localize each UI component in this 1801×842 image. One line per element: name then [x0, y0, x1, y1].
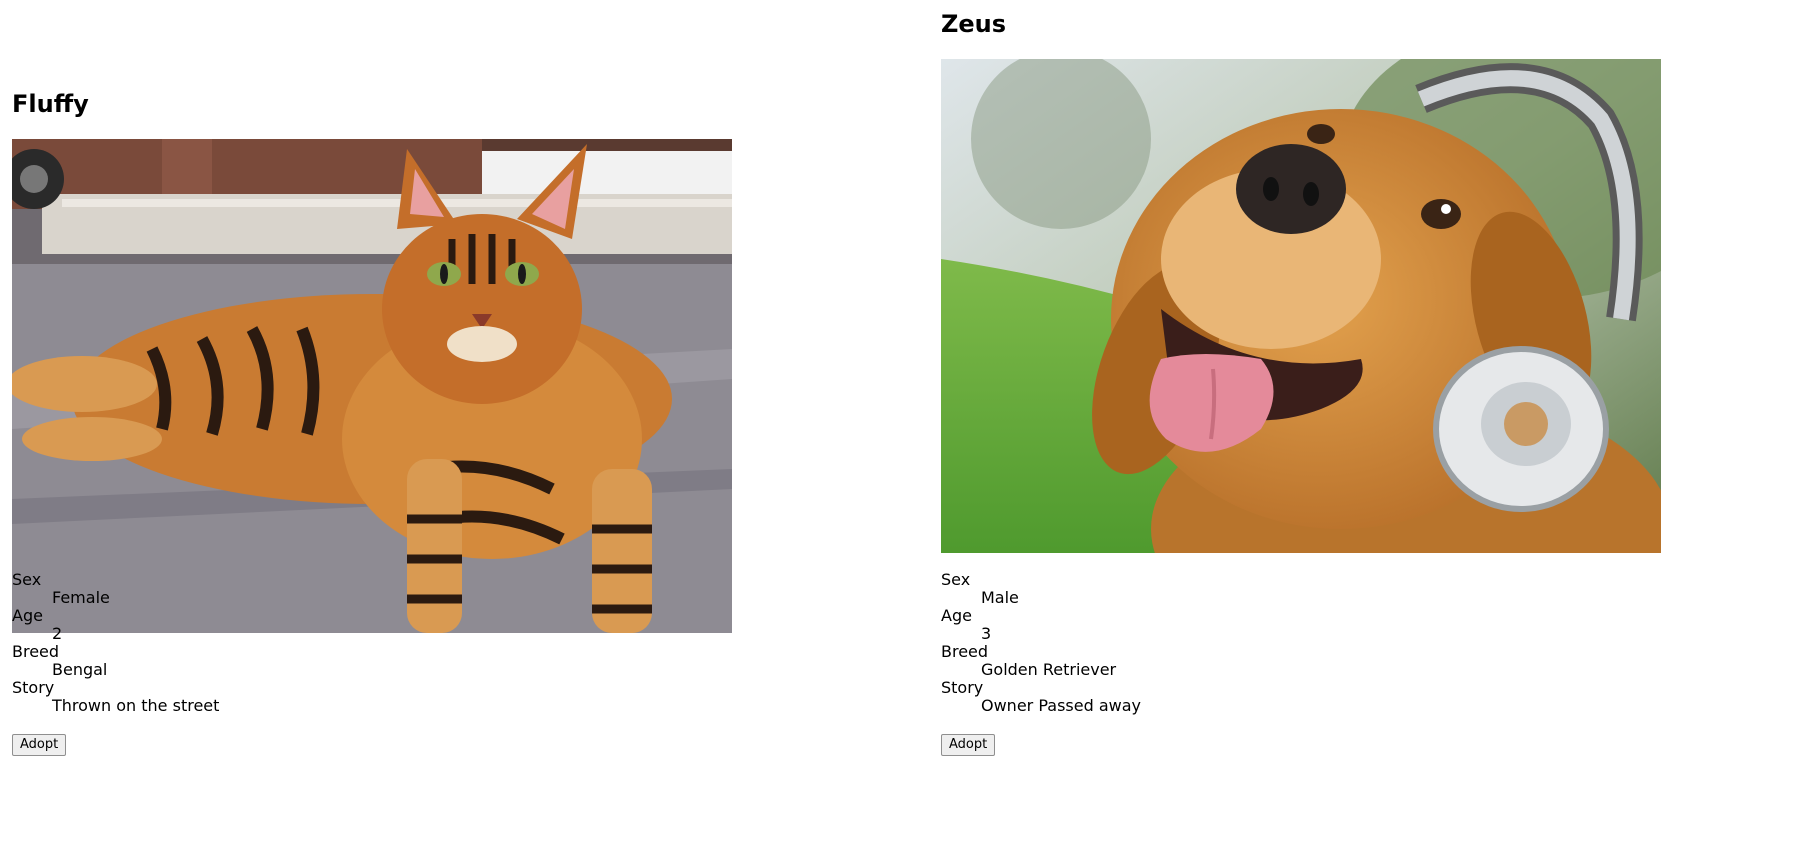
detail-label-sex: Sex: [941, 570, 971, 589]
detail-value-sex: Male: [981, 588, 1019, 607]
detail-value-story: Owner Passed away: [981, 696, 1141, 715]
adopt-button[interactable]: Adopt: [941, 734, 996, 756]
detail-value-sex: Female: [52, 588, 110, 607]
detail-label-age: Age: [12, 606, 43, 625]
detail-value-story: Thrown on the street: [52, 696, 220, 715]
detail-label-breed: Breed: [12, 642, 60, 661]
pet-details: Sex Female Age 2 Breed Bengal Story Thro…: [12, 571, 219, 715]
detail-label-sex: Sex: [12, 570, 42, 589]
detail-value-breed: Golden Retriever: [981, 660, 1117, 679]
adopt-button[interactable]: Adopt: [12, 734, 67, 756]
pet-photo-cat: [12, 139, 732, 633]
pet-name: Fluffy: [12, 90, 89, 118]
pet-listing-page: Fluffy Sex Female Age 2 Breed Bengal Sto…: [0, 0, 1801, 842]
detail-label-age: Age: [941, 606, 972, 625]
pet-details: Sex Male Age 3 Breed Golden Retriever St…: [941, 571, 1141, 715]
detail-label-story: Story: [12, 678, 55, 697]
detail-value-breed: Bengal: [52, 660, 108, 679]
detail-label-breed: Breed: [941, 642, 989, 661]
detail-value-age: 3: [981, 624, 992, 643]
pet-photo-dog: [941, 59, 1661, 553]
detail-label-story: Story: [941, 678, 984, 697]
pet-name: Zeus: [941, 10, 1007, 38]
detail-value-age: 2: [52, 624, 63, 643]
